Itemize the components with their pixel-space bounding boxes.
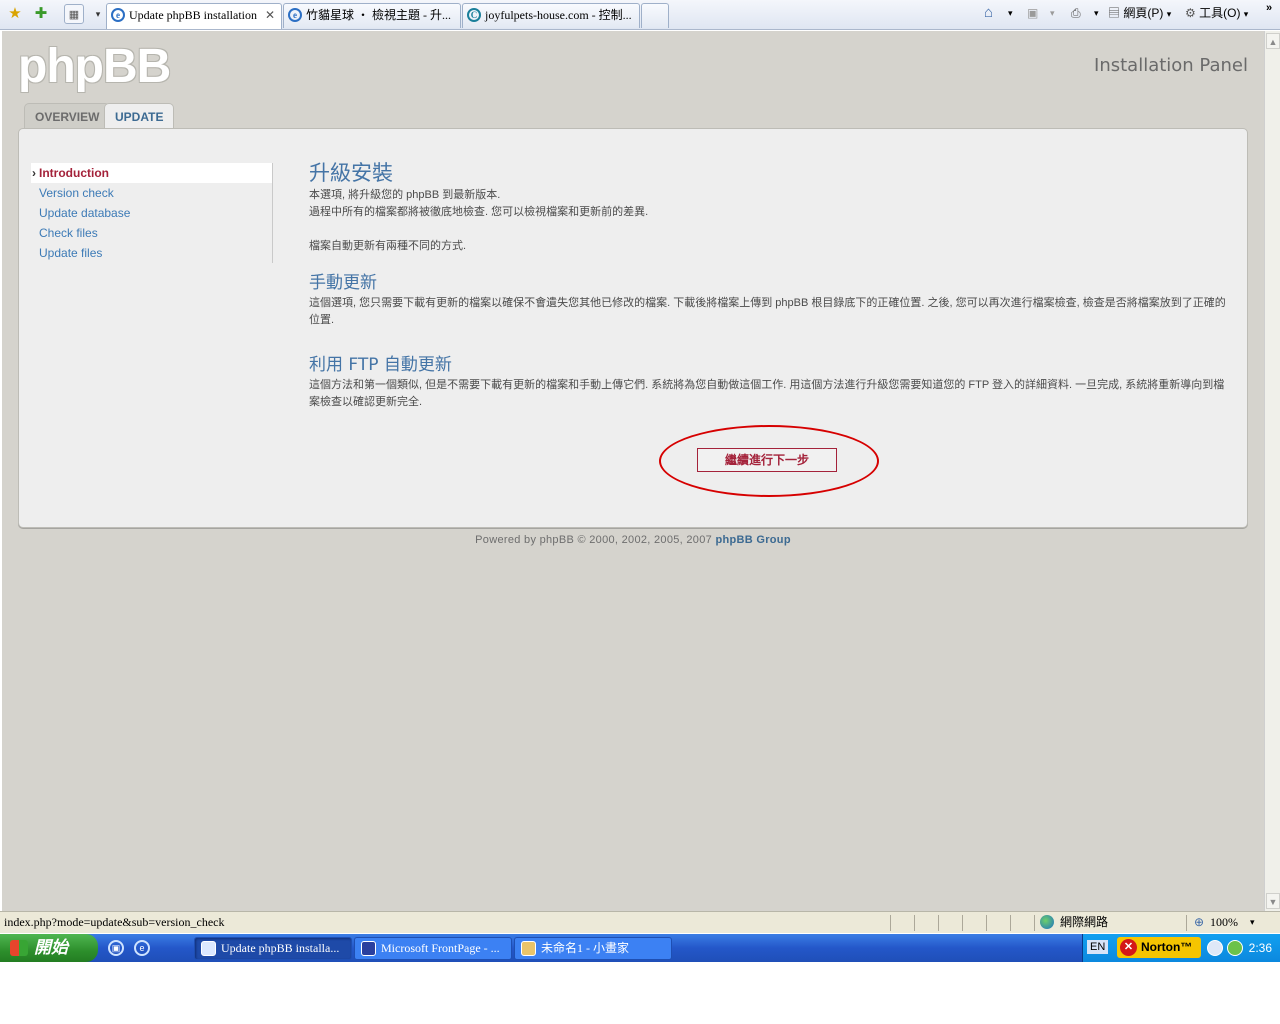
tab-list-chevron-icon[interactable]: ▾: [88, 4, 108, 24]
page-icon: ▤: [1108, 6, 1121, 20]
system-tray: EN ✕ Norton™ 2:36: [1082, 934, 1280, 962]
scroll-down-arrow-icon[interactable]: ▼: [1266, 893, 1280, 909]
scroll-up-arrow-icon[interactable]: ▲: [1266, 33, 1280, 49]
vertical-scrollbar[interactable]: ▲ ▼: [1264, 31, 1280, 911]
tools-menu[interactable]: ⚙ 工具(O) ▾: [1185, 5, 1248, 22]
browser-tab-3[interactable]: C joyfulpets-house.com - 控制...: [462, 3, 640, 28]
norton-tray-button[interactable]: ✕ Norton™: [1117, 937, 1201, 958]
gear-icon: ⚙: [1185, 6, 1196, 20]
windows-logo-icon: [10, 940, 28, 956]
paint-app-icon: [521, 941, 536, 956]
taskbar-item-label: 未命名1 - 小畫家: [541, 941, 629, 955]
tray-expand-icon[interactable]: [1207, 940, 1223, 956]
page-menu-dropdown-icon: ▾: [1166, 9, 1172, 19]
network-tray-icon[interactable]: [1227, 940, 1243, 956]
page-menu[interactable]: ▤ 網頁(P) ▾: [1108, 5, 1171, 22]
quick-tabs-icon[interactable]: ▦: [64, 4, 84, 24]
browser-tab-title: Update phpBB installation: [129, 8, 257, 22]
toolbar-overflow-chevron-icon[interactable]: »: [1266, 0, 1272, 16]
favorites-star-icon[interactable]: ★: [5, 4, 25, 24]
security-zone-label: 網際網路: [1060, 915, 1109, 929]
zoom-icon: ⊕: [1194, 915, 1205, 929]
browser-tab-title: 竹貓星球 ‧ 檢視主題 - 升...: [306, 8, 451, 22]
browser-tab-2[interactable]: e 竹貓星球 ‧ 檢視主題 - 升...: [283, 3, 461, 28]
status-url: index.php?mode=update&sub=version_check: [4, 915, 225, 929]
intro-line: 本選項, 將升級您的 phpBB 到最新版本.: [309, 189, 501, 201]
globe-icon: [1040, 915, 1054, 929]
menu-item-check-files[interactable]: Check files: [31, 223, 272, 243]
manual-update-heading: 手動更新: [309, 273, 377, 293]
page-footer: Powered by phpBB © 2000, 2002, 2005, 200…: [2, 534, 1264, 546]
norton-label: Norton™: [1141, 940, 1193, 954]
start-button[interactable]: 開始: [0, 934, 98, 962]
zoom-dropdown-icon[interactable]: ▾: [1250, 912, 1255, 932]
windows-taskbar: 開始 ▣ e Update phpBB installa... Microsof…: [0, 934, 1280, 962]
print-icon[interactable]: ⎙: [1071, 5, 1081, 21]
taskbar-item-paint[interactable]: 未命名1 - 小畫家: [514, 937, 672, 960]
start-label: 開始: [34, 938, 68, 957]
tab-update[interactable]: UPDATE: [104, 103, 175, 130]
tools-menu-label: 工具(O): [1199, 6, 1241, 20]
status-bar: index.php?mode=update&sub=version_check …: [0, 911, 1280, 933]
taskbar-item-label: Microsoft FrontPage - ...: [381, 941, 500, 955]
panel-title: Installation Panel: [1094, 55, 1248, 76]
show-desktop-icon[interactable]: ▣: [108, 940, 124, 956]
intro-line: 檔案自動更新有兩種不同的方式.: [309, 240, 467, 252]
browser-tab-1[interactable]: e Update phpBB installation ✕: [106, 3, 282, 29]
norton-alert-icon: ✕: [1120, 939, 1137, 956]
site-favicon-icon: C: [467, 8, 481, 22]
page-title: 升級安裝: [309, 161, 393, 185]
clock[interactable]: 2:36: [1249, 934, 1272, 962]
page-viewport: phpBB Installation Panel OVERVIEW UPDATE…: [2, 31, 1264, 911]
feeds-dropdown-icon[interactable]: ▾: [1050, 5, 1055, 21]
ftp-update-text: 這個方法和第一個類似, 但是不需要下載有更新的檔案和手動上傳它們. 系統將為您自…: [309, 379, 1225, 408]
internet-explorer-icon[interactable]: e: [134, 940, 150, 956]
zoom-level[interactable]: 100%: [1210, 912, 1238, 932]
menu-item-version-check[interactable]: Version check: [31, 183, 272, 203]
tools-menu-dropdown-icon: ▾: [1243, 9, 1249, 19]
home-dropdown-icon[interactable]: ▾: [1008, 5, 1013, 21]
home-icon[interactable]: ⌂: [984, 5, 993, 21]
page-menu-label: 網頁(P): [1123, 6, 1164, 20]
intro-line: 過程中所有的檔案都將被徹底地檢查. 您可以檢視檔案和更新前的差異.: [309, 206, 649, 218]
close-tab-icon[interactable]: ✕: [265, 4, 275, 26]
ie-app-icon: [201, 941, 216, 956]
ftp-update-heading: 利用 FTP 自動更新: [309, 355, 452, 375]
tab-overview[interactable]: OVERVIEW: [24, 103, 111, 129]
feeds-icon[interactable]: ▣: [1027, 5, 1038, 21]
taskbar-item-frontpage[interactable]: Microsoft FrontPage - ...: [354, 937, 512, 960]
phpbb-logo: phpBB: [18, 40, 171, 93]
menu-item-update-database[interactable]: Update database: [31, 203, 272, 223]
menu-item-update-files[interactable]: Update files: [31, 243, 272, 263]
new-tab-button[interactable]: [641, 3, 669, 28]
add-favorites-icon[interactable]: ✚: [31, 4, 51, 24]
side-menu: Introduction Version check Update databa…: [31, 163, 273, 263]
browser-toolbar: ★ ✚ ▦ ▾ e Update phpBB installation ✕ e …: [0, 0, 1280, 30]
browser-tab-title: joyfulpets-house.com - 控制...: [485, 8, 632, 22]
frontpage-app-icon: [361, 941, 376, 956]
footer-text: Powered by phpBB © 2000, 2002, 2005, 200…: [475, 534, 713, 546]
ie-page-icon: e: [111, 8, 125, 22]
ie-page-icon: e: [288, 8, 302, 22]
print-dropdown-icon[interactable]: ▾: [1094, 5, 1099, 21]
menu-item-introduction[interactable]: Introduction: [31, 163, 272, 183]
language-indicator[interactable]: EN: [1087, 940, 1109, 954]
red-highlight-circle: [659, 425, 879, 497]
taskbar-item-label: Update phpBB installa...: [221, 941, 340, 955]
footer-link-phpbb-group[interactable]: phpBB Group: [715, 534, 790, 546]
taskbar-item-ie[interactable]: Update phpBB installa...: [194, 937, 352, 960]
manual-update-text: 這個選項, 您只需要下載有更新的檔案以確保不會遺失您其他已修改的檔案. 下載後將…: [309, 297, 1226, 326]
main-content: 升級安裝 本選項, 將升級您的 phpBB 到最新版本. 過程中所有的檔案都將被…: [309, 159, 1229, 411]
install-panel: Introduction Version check Update databa…: [18, 128, 1248, 528]
